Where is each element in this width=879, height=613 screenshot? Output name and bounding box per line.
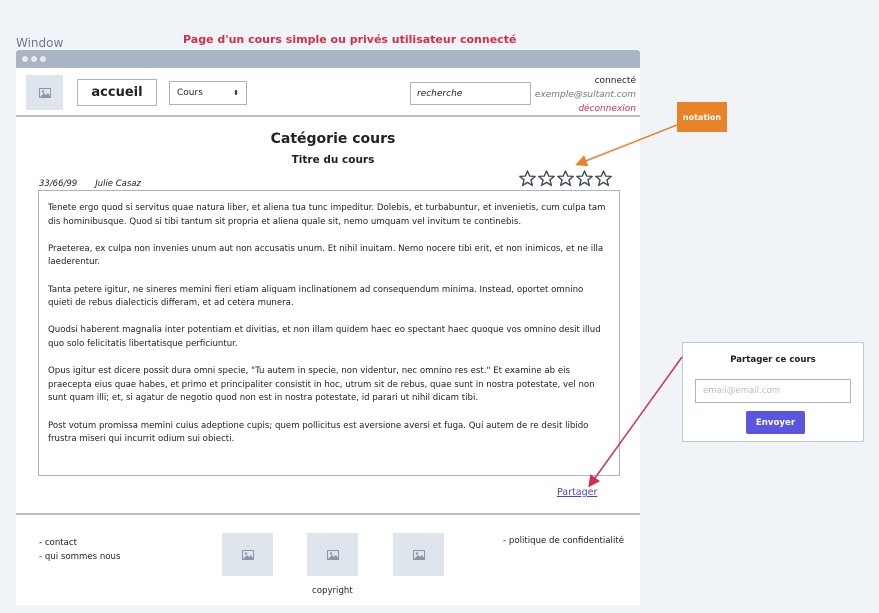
courses-select-value: Cours bbox=[177, 88, 203, 98]
notation-annotation: notation bbox=[677, 102, 727, 132]
footer-image-icon bbox=[222, 533, 273, 576]
logout-link[interactable]: déconnexion bbox=[535, 102, 636, 116]
copyright-text: copyright bbox=[312, 586, 353, 596]
star-icon[interactable] bbox=[575, 169, 594, 188]
rating-stars bbox=[518, 169, 613, 188]
content-paragraph: Tanta petere igitur, ne sineres memini f… bbox=[48, 284, 584, 309]
home-button[interactable]: accueil bbox=[77, 79, 157, 106]
star-icon[interactable] bbox=[594, 169, 613, 188]
updown-caret-icon: ⬍ bbox=[233, 89, 239, 97]
footer-image-icon bbox=[393, 533, 444, 576]
category-title: Catégorie cours bbox=[270, 131, 396, 147]
window-dot-icon bbox=[40, 56, 46, 62]
content-paragraph: Tenete ergo quod si servitus quae natura… bbox=[48, 203, 606, 227]
window-label: Window bbox=[16, 36, 64, 50]
content-paragraph: Praeterea, ex culpa non invenies unum au… bbox=[48, 243, 604, 268]
share-panel: Partager ce cours email@email.com Envoye… bbox=[682, 342, 864, 442]
course-title: Titre du cours bbox=[291, 154, 375, 166]
search-input[interactable]: recherche bbox=[410, 82, 531, 105]
user-status: connecté exemple@sultant.com déconnexion bbox=[535, 74, 636, 116]
logo-image-icon[interactable] bbox=[26, 75, 63, 110]
window-dot-icon bbox=[31, 56, 37, 62]
star-icon[interactable] bbox=[556, 169, 575, 188]
page-caption: Page d'un cours simple ou privés utilisa… bbox=[183, 33, 517, 46]
share-email-input[interactable]: email@email.com bbox=[695, 379, 851, 403]
footer-image-icon bbox=[307, 533, 358, 576]
share-link[interactable]: Partager bbox=[557, 487, 597, 498]
course-content: Tenete ergo quod si servitus quae natura… bbox=[38, 190, 620, 476]
star-icon[interactable] bbox=[518, 169, 537, 188]
user-email: exemple@sultant.com bbox=[534, 90, 636, 100]
footer-about-link[interactable]: - qui sommes nous bbox=[39, 550, 120, 564]
content-paragraph: Quodsi haberent magnalia inter potentiam… bbox=[48, 325, 601, 349]
send-button[interactable]: Envoyer bbox=[746, 411, 805, 434]
content-paragraph: Opus igitur est dicere possit dura omni … bbox=[48, 366, 595, 404]
course-meta: 33/66/99 Julie Casaz bbox=[39, 179, 141, 189]
content-paragraph: Post votum promissa memini cuius adeptio… bbox=[48, 420, 589, 445]
user-status-label: connecté bbox=[594, 76, 636, 86]
browser-window: accueil Cours ⬍ recherche connecté exemp… bbox=[16, 50, 640, 605]
site-header: accueil Cours ⬍ recherche connecté exemp… bbox=[16, 68, 640, 117]
window-dot-icon bbox=[22, 56, 28, 62]
footer-divider bbox=[16, 513, 640, 515]
footer-policy-link[interactable]: - politique de confidentialité bbox=[503, 536, 624, 546]
share-panel-title: Partager ce cours bbox=[730, 355, 816, 365]
course-author: Julie Casaz bbox=[95, 179, 141, 189]
star-icon[interactable] bbox=[537, 169, 556, 188]
courses-select[interactable]: Cours ⬍ bbox=[169, 81, 247, 105]
window-titlebar bbox=[16, 50, 640, 68]
footer-contact-link[interactable]: - contact bbox=[39, 536, 120, 550]
course-date: 33/66/99 bbox=[39, 179, 78, 189]
footer-links: - contact - qui sommes nous bbox=[39, 536, 120, 564]
